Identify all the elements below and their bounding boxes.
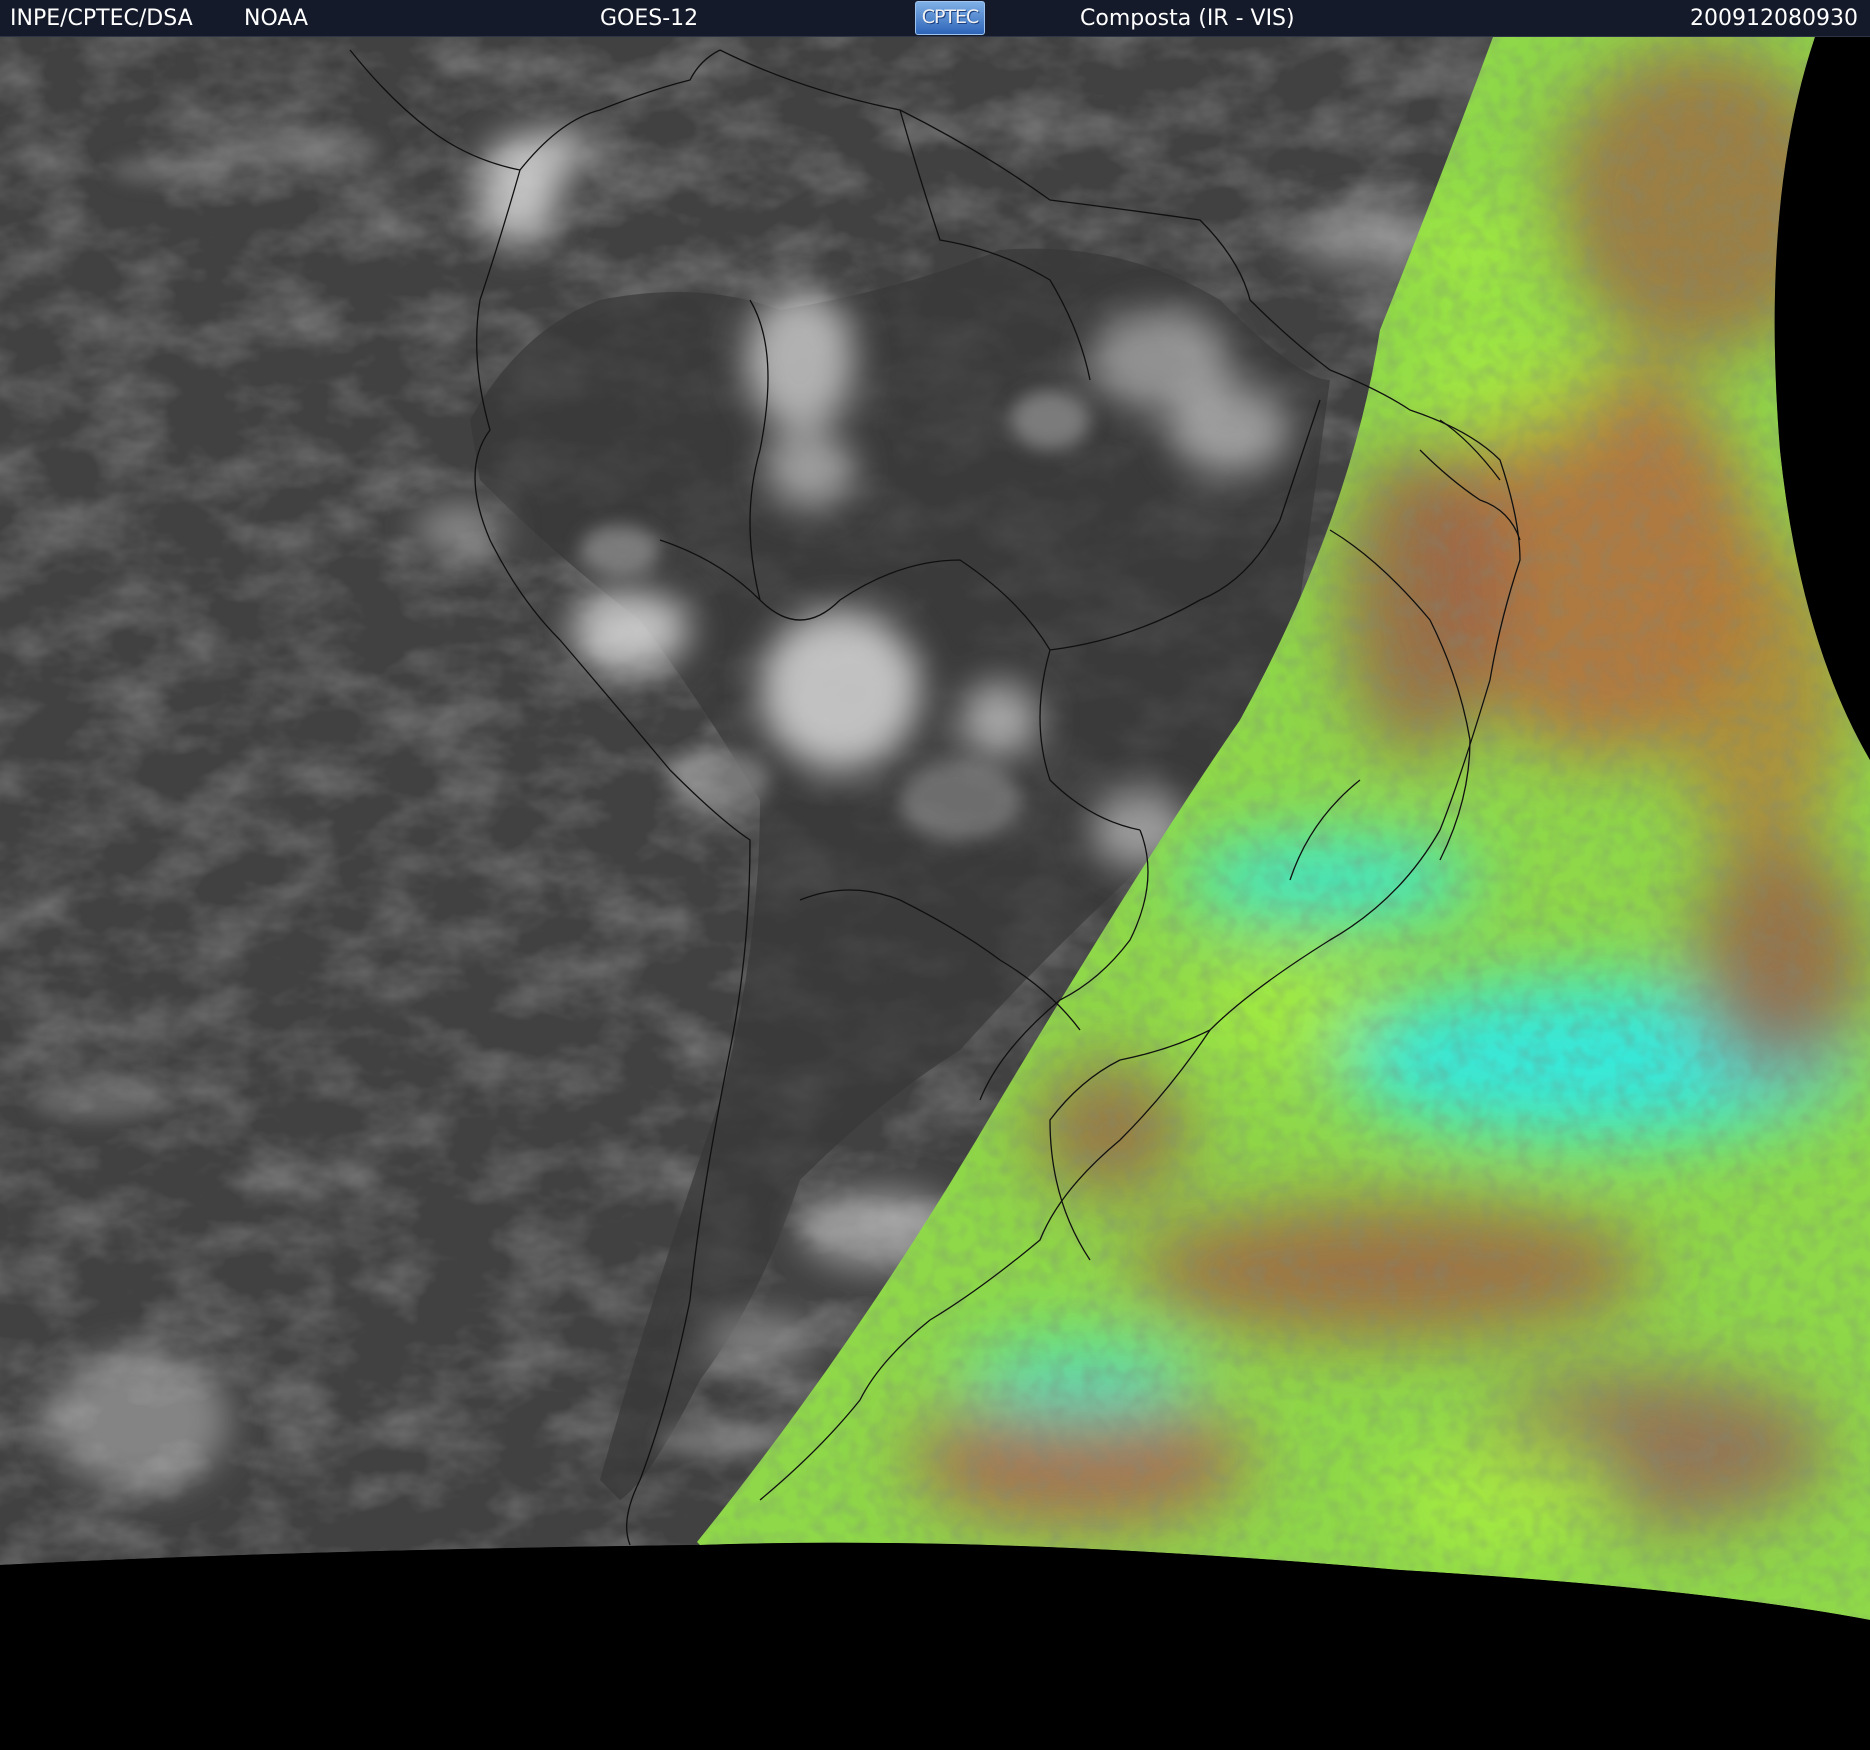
satellite-composite-image — [0, 37, 1870, 1750]
source-label: NOAA — [244, 6, 309, 31]
agency-label: INPE/CPTEC/DSA — [10, 6, 193, 31]
image-header-bar: INPE/CPTEC/DSA NOAA GOES-12 CPTEC Compos… — [0, 0, 1870, 37]
product-label: Composta (IR - VIS) — [1080, 6, 1295, 31]
cptec-logo: CPTEC — [915, 1, 985, 35]
timestamp-label: 200912080930 — [1690, 6, 1858, 31]
satellite-label: GOES-12 — [600, 6, 699, 31]
